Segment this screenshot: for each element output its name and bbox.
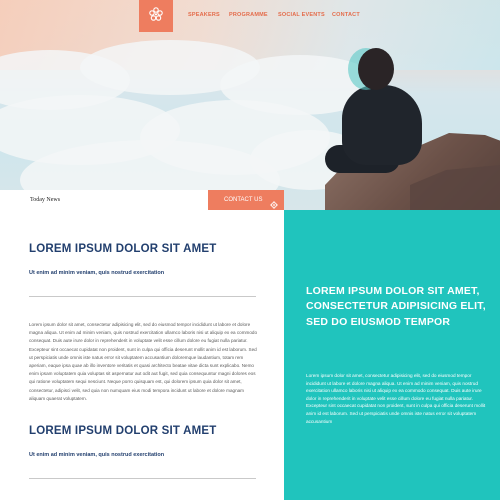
- flower-logo-icon: [148, 6, 164, 27]
- sidebar-body: Lorem ipsum dolor sit amet, consectetur …: [306, 373, 486, 424]
- article-heading-2: LOREM IPSUM DOLOR SIT AMET: [29, 425, 217, 437]
- divider: [29, 296, 256, 297]
- article-paragraph: Lorem ipsum dolor sit amet, consectetur …: [29, 322, 258, 401]
- divider: [29, 478, 256, 479]
- logo-button[interactable]: [139, 0, 173, 32]
- article-subheading-2: Ut enim ad minim veniam, quis nostrud ex…: [29, 452, 165, 458]
- today-news-bar: Today News: [0, 190, 208, 210]
- sidebar-title: LOREM IPSUM DOLOR SIT AMET, CONSECTETUR …: [306, 285, 486, 328]
- contact-us-label: CONTACT US: [224, 197, 263, 203]
- article-heading: LOREM IPSUM DOLOR SIT AMET: [29, 243, 217, 255]
- person-body: [342, 85, 422, 165]
- sidebar-panel: LOREM IPSUM DOLOR SIT AMET, CONSECTETUR …: [284, 210, 500, 500]
- nav-item-programme[interactable]: PROGRAMME: [229, 12, 268, 18]
- nav-item-social-events[interactable]: SOCIAL EVENTS: [278, 12, 325, 18]
- person-head: [358, 48, 394, 90]
- nav-item-speakers[interactable]: SPEAKERS: [188, 12, 220, 18]
- gear-icon[interactable]: [270, 196, 278, 209]
- top-nav: SPEAKERS PROGRAMME SOCIAL EVENTS CONTACT: [0, 0, 500, 32]
- nav-item-contact[interactable]: CONTACT: [332, 12, 360, 18]
- today-news-label: Today News: [30, 197, 61, 203]
- article-subheading: Ut enim ad minim veniam, quis nostrud ex…: [29, 270, 165, 276]
- sub-bar: Today News CONTACT US: [0, 190, 500, 210]
